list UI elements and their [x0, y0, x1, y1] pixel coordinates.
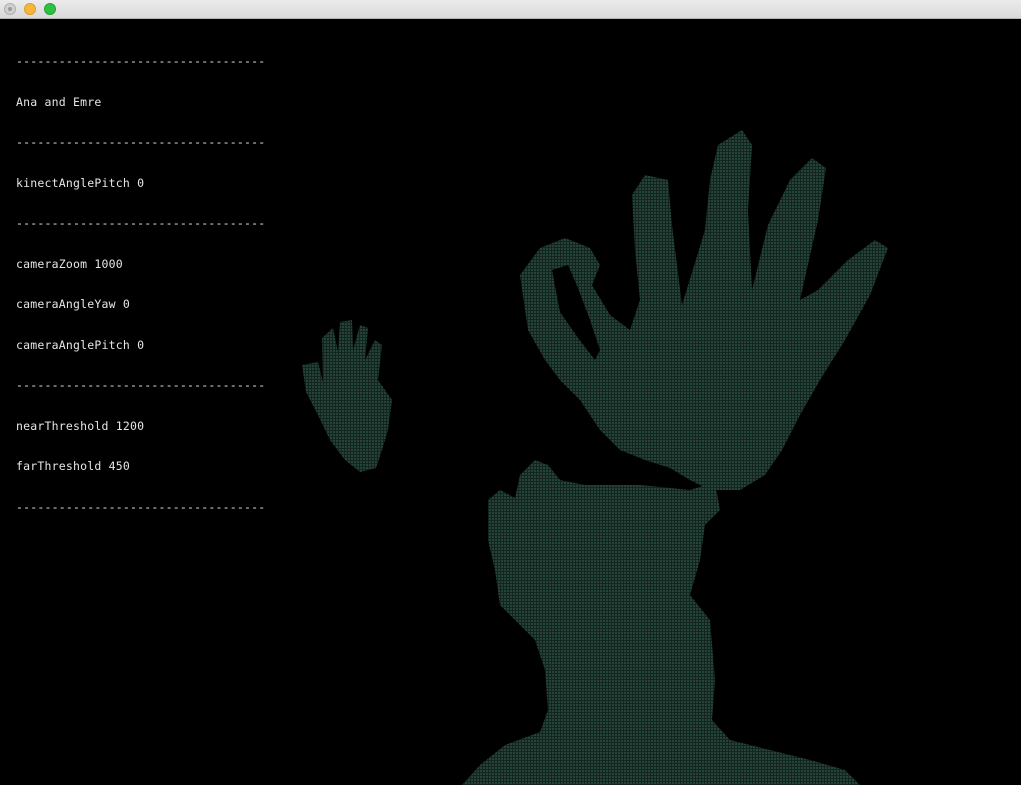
debug-overlay: ----------------------------------- Ana … — [16, 28, 265, 541]
app-window: ----------------------------------- Ana … — [0, 0, 1021, 785]
near-threshold-readout: nearThreshold 1200 — [16, 418, 145, 433]
overlay-title: Ana and Emre — [16, 94, 102, 109]
minimize-button[interactable] — [24, 3, 36, 15]
torso-shape — [462, 460, 860, 785]
divider-line: ----------------------------------- — [16, 135, 266, 149]
camera-angle-yaw-readout: cameraAngleYaw 0 — [16, 297, 130, 311]
divider-line: ----------------------------------- — [16, 216, 266, 230]
maximize-button[interactable] — [44, 3, 56, 15]
divider-line: ----------------------------------- — [16, 54, 266, 68]
camera-zoom-readout: cameraZoom 1000 — [16, 256, 123, 271]
close-button[interactable] — [4, 3, 16, 15]
kinect-angle-pitch-readout: kinectAnglePitch 0 — [16, 175, 145, 190]
title-bar[interactable] — [0, 0, 1021, 19]
depth-viewport[interactable]: ----------------------------------- Ana … — [0, 20, 1021, 785]
small-hand-shape — [302, 320, 392, 472]
far-threshold-readout: farThreshold 450 — [16, 459, 130, 473]
divider-line: ----------------------------------- — [16, 378, 266, 392]
camera-angle-pitch-readout: cameraAnglePitch 0 — [16, 337, 145, 352]
divider-line: ----------------------------------- — [16, 499, 266, 514]
